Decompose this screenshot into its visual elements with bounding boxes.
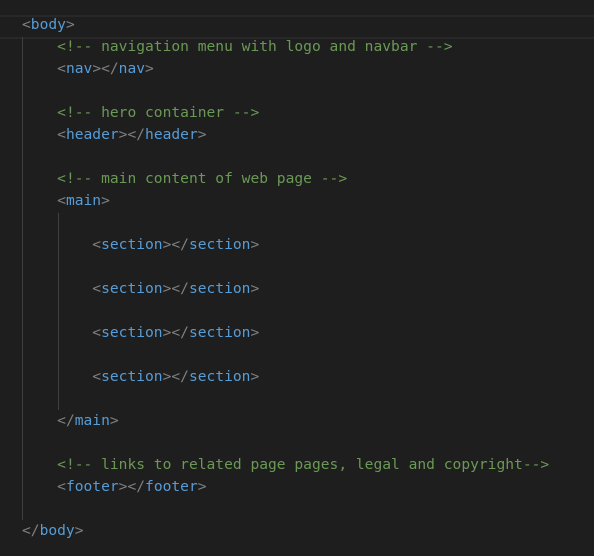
code-comment: <!-- hero container --> (57, 104, 260, 121)
code-line[interactable]: <main> (22, 190, 594, 212)
code-comment: <!-- main content of web page --> (57, 170, 348, 187)
tag-name: footer (65, 478, 119, 495)
tag-bracket: < (57, 126, 66, 143)
tag-bracket: > (250, 324, 260, 341)
code-line[interactable]: <!-- hero container --> (22, 102, 594, 124)
code-line[interactable] (22, 498, 594, 520)
code-line[interactable]: <!-- main content of web page --> (22, 168, 594, 190)
code-line[interactable] (22, 388, 594, 410)
tag-name: section (188, 280, 251, 297)
tag-name: nav (65, 60, 93, 77)
tag-bracket: > (74, 522, 84, 539)
code-line[interactable] (22, 146, 594, 168)
tag-bracket: ></ (162, 280, 189, 297)
code-comment: <!-- links to related page pages, legal … (57, 456, 550, 473)
code-lines[interactable]: <body> <!-- navigation menu with logo an… (22, 14, 594, 542)
tag-name: section (188, 368, 251, 385)
code-line[interactable] (22, 80, 594, 102)
tag-name: section (101, 368, 163, 385)
tag-name: body (39, 522, 75, 539)
tag-bracket: > (65, 16, 75, 33)
tag-bracket: > (250, 236, 260, 253)
tag-bracket: ></ (162, 324, 189, 341)
code-line[interactable] (22, 432, 594, 454)
tag-name: main (74, 412, 110, 429)
tag-bracket: ></ (118, 126, 146, 143)
tag-bracket: < (92, 236, 102, 253)
tag-bracket: < (92, 324, 102, 341)
code-comment: <!-- navigation menu with logo and navba… (57, 38, 453, 55)
tag-bracket: < (92, 368, 102, 385)
tag-name: main (65, 192, 102, 209)
tag-name: section (101, 324, 163, 341)
tag-bracket: < (57, 478, 66, 495)
tag-name: footer (145, 478, 198, 495)
code-line[interactable] (22, 212, 594, 234)
tag-name: header (145, 126, 198, 143)
code-line[interactable] (22, 300, 594, 322)
tag-bracket: ></ (92, 60, 119, 77)
tag-bracket: </ (57, 412, 75, 429)
tag-bracket: < (22, 16, 31, 33)
code-line[interactable]: </body> (22, 520, 594, 542)
tag-bracket: > (250, 368, 260, 385)
tag-name: body (30, 16, 66, 33)
tag-bracket: > (250, 280, 260, 297)
tag-name: header (65, 126, 119, 143)
tag-bracket: </ (22, 522, 40, 539)
tag-bracket: ></ (162, 236, 189, 253)
tag-bracket: < (57, 60, 66, 77)
code-line[interactable]: <!-- links to related page pages, legal … (22, 454, 594, 476)
code-line[interactable]: <!-- navigation menu with logo and navba… (22, 36, 594, 58)
code-line[interactable]: <section></section> (22, 322, 594, 344)
code-line[interactable]: <header></header> (22, 124, 594, 146)
tag-bracket: > (145, 60, 154, 77)
code-line[interactable]: <nav></nav> (22, 58, 594, 80)
tag-bracket: ></ (162, 368, 189, 385)
code-line[interactable]: <section></section> (22, 234, 594, 256)
code-line[interactable]: <footer></footer> (22, 476, 594, 498)
tag-name: nav (118, 60, 146, 77)
tag-name: section (101, 280, 163, 297)
code-line[interactable]: <section></section> (22, 278, 594, 300)
code-editor[interactable]: <body> <!-- navigation menu with logo an… (0, 0, 594, 556)
tag-bracket: > (101, 192, 110, 209)
code-line[interactable]: <body> (22, 14, 594, 36)
tag-bracket: < (92, 280, 102, 297)
tag-bracket: > (109, 412, 119, 429)
tag-bracket: < (57, 192, 66, 209)
tag-bracket: > (197, 478, 207, 495)
code-line[interactable] (22, 256, 594, 278)
code-line[interactable] (22, 344, 594, 366)
code-line[interactable]: <section></section> (22, 366, 594, 388)
code-line[interactable]: </main> (22, 410, 594, 432)
tag-name: section (188, 324, 251, 341)
tag-bracket: ></ (118, 478, 146, 495)
tag-name: section (101, 236, 163, 253)
tag-name: section (188, 236, 251, 253)
tag-bracket: > (197, 126, 207, 143)
